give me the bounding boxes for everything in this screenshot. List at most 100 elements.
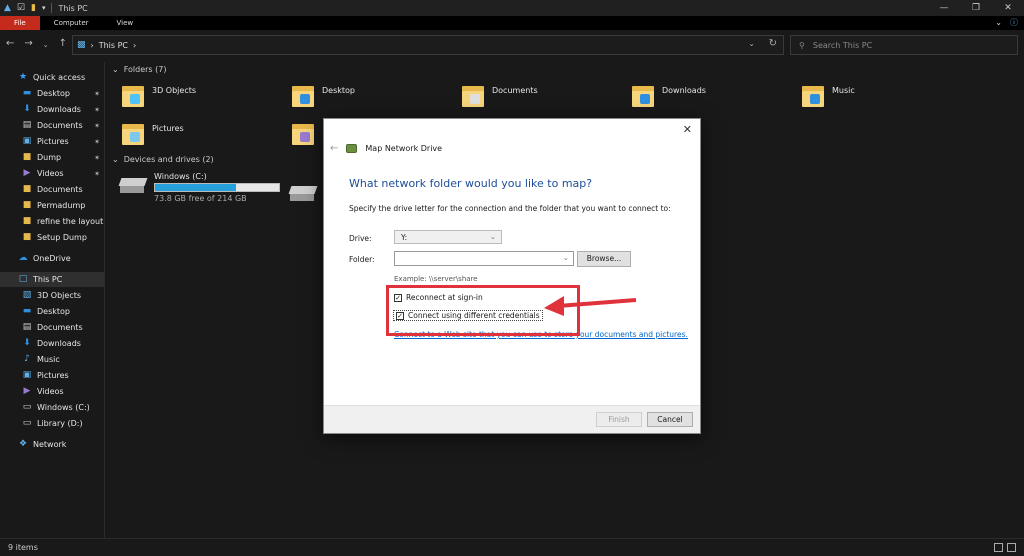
folder-example: Example: \\server\share [394,275,478,283]
sidebar-item-label: OneDrive [33,254,71,263]
forward-arrow-icon[interactable]: → [24,38,32,52]
chevron-down-icon[interactable]: ⌄ [112,65,119,74]
chevron-down-icon[interactable]: ⌄ [490,232,496,241]
sidebar-item-downloads[interactable]: ⬇ Downloads [0,336,104,351]
chevron-down-icon[interactable]: ⌄ [995,16,1002,30]
title-separator [51,3,53,13]
chevron-down-icon[interactable]: ⌄ [748,39,755,48]
pin-icon[interactable]: ✶ [94,154,100,162]
drive-free-space: 73.8 GB free of 214 GB [154,194,247,203]
breadcrumb-chevron-icon[interactable]: › [133,41,136,50]
back-arrow-icon[interactable]: ← [330,143,338,154]
pin-icon[interactable]: ✶ [94,170,100,178]
sidebar-item-desktop[interactable]: ▬ Desktop [0,304,104,319]
drive-tile[interactable] [288,180,324,202]
sidebar-item-label: refine the layout [37,217,104,226]
tab-file[interactable]: File [0,16,40,30]
back-arrow-icon[interactable]: ← [6,38,14,52]
refresh-icon[interactable]: ↻ [769,38,777,49]
folder-label: Pictures [152,124,184,133]
address-path[interactable]: ▩ › This PC › ⌄ ↻ [72,35,784,55]
close-icon[interactable]: ✕ [992,0,1024,16]
computer-icon: □ [18,274,28,284]
download-icon: ⬇ [23,104,31,114]
folder-label: Folder: [349,255,375,264]
up-arrow-icon[interactable]: ↑ [59,38,67,52]
sidebar-item-label: Permadump [37,201,86,210]
folder-icon [122,84,146,108]
drive-info: Windows (C:) 73.8 GB free of 214 GB [154,172,280,203]
computer-icon: ▩ [77,40,86,50]
details-view-icon[interactable] [994,543,1003,552]
sidebar-item-3d-objects[interactable]: ▧ 3D Objects [0,288,104,303]
folder-tile[interactable]: Music [802,80,952,116]
sidebar-item-library-d[interactable]: ▭ Library (D:) [0,416,104,431]
video-icon: ▶ [23,168,31,178]
browse-button[interactable]: Browse... [577,251,631,267]
minimize-icon[interactable]: — [928,0,960,16]
customize-icon[interactable]: ▾ [42,4,46,12]
folders-group-header[interactable]: ⌄ Folders (7) [112,65,166,74]
drive-icon: ▭ [22,402,32,412]
search-input[interactable]: ⚲ Search This PC [790,35,1018,55]
sidebar-item-dump[interactable]: ■ Dump ✶ [0,150,104,165]
navigation-pane: ★ Quick access ▬ Desktop ✶ ⬇ Downloads ✶ ▤ Docume… [0,62,105,538]
chevron-down-icon[interactable]: ⌄ [563,253,569,262]
pin-icon[interactable]: ✶ [94,138,100,146]
new-folder-icon[interactable]: ▮ [31,3,36,13]
pin-icon[interactable]: ✶ [94,106,100,114]
folder-label: 3D Objects [152,86,197,95]
sidebar-item-setup-dump[interactable]: ■ Setup Dump [0,230,104,245]
sidebar-item-desktop[interactable]: ▬ Desktop ✶ [0,86,104,101]
tab-computer[interactable]: Computer [40,16,103,30]
drive-value: Y: [401,233,408,242]
sidebar-item-pictures[interactable]: ▣ Pictures [0,368,104,383]
title-bar: ▲ ☑ ▮ ▾ This PC — ❐ ✕ [0,0,1024,16]
sidebar-item-permadump[interactable]: ■ Permadump [0,198,104,213]
folder-input[interactable]: ⌄ [394,251,574,266]
large-icons-view-icon[interactable] [1007,543,1016,552]
drive-icon [288,186,318,202]
breadcrumb-separator[interactable]: › [91,41,94,50]
sidebar-item-quick-access[interactable]: ★ Quick access [0,70,104,85]
sidebar-item-documents[interactable]: ■ Documents [0,182,104,197]
sidebar-item-music[interactable]: ♪ Music [0,352,104,367]
sidebar-item-onedrive[interactable]: ☁ OneDrive [0,251,104,266]
sidebar-item-label: Videos [37,169,64,178]
status-bar: 9 items [0,538,1024,556]
sidebar-item-videos[interactable]: ▶ Videos [0,384,104,399]
drive-icon: ▭ [22,418,32,428]
maximize-icon[interactable]: ❐ [960,0,992,16]
close-icon[interactable]: ✕ [683,123,692,136]
sidebar-item-this-pc[interactable]: □ This PC [0,272,104,287]
drive-select[interactable]: Y: ⌄ [394,230,502,244]
pin-icon[interactable]: ✶ [94,122,100,130]
music-icon: ♪ [24,354,30,364]
address-bar: ← → ⌄ ↑ ▩ › This PC › ⌄ ↻ ⚲ Search This … [0,30,1024,60]
drives-group-header[interactable]: ⌄ Devices and drives (2) [112,155,214,164]
recent-locations-icon[interactable]: ⌄ [43,38,49,52]
folder-tile[interactable]: Pictures [122,118,272,154]
pin-icon[interactable]: ✶ [94,90,100,98]
folder-tile[interactable]: Documents [462,80,612,116]
folder-label: Desktop [322,86,355,95]
help-icon[interactable]: ⓘ [1010,16,1018,30]
sidebar-item-downloads[interactable]: ⬇ Downloads ✶ [0,102,104,117]
sidebar-item-refine-the-layout[interactable]: ■ refine the layout [0,214,104,229]
properties-icon[interactable]: ☑ [17,3,25,13]
drive-tile[interactable]: Windows (C:) 73.8 GB free of 214 GB [118,172,280,203]
folder-tile[interactable]: Desktop [292,80,442,116]
sidebar-item-documents[interactable]: ▤ Documents [0,320,104,335]
folder-tile[interactable]: 3D Objects [122,80,272,116]
folder-tile[interactable]: Downloads [632,80,782,116]
sidebar-item-pictures[interactable]: ▣ Pictures ✶ [0,134,104,149]
finish-button[interactable]: Finish [596,412,642,427]
sidebar-item-documents[interactable]: ▤ Documents ✶ [0,118,104,133]
breadcrumb-this-pc[interactable]: This PC [99,41,128,50]
sidebar-item-network[interactable]: ❖ Network [0,437,104,452]
sidebar-item-windows-c[interactable]: ▭ Windows (C:) [0,400,104,415]
cancel-button[interactable]: Cancel [647,412,693,427]
chevron-down-icon[interactable]: ⌄ [112,155,119,164]
sidebar-item-videos[interactable]: ▶ Videos ✶ [0,166,104,181]
tab-view[interactable]: View [103,16,148,30]
